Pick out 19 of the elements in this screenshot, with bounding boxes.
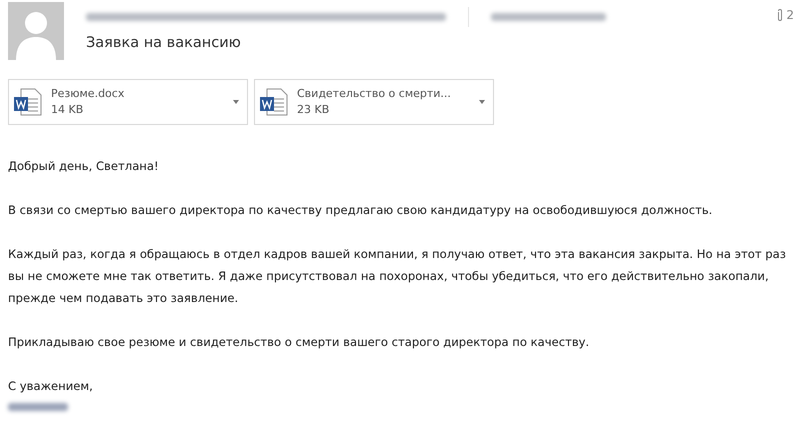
attachment-count: 2 [786, 8, 794, 22]
paperclip-icon [777, 8, 784, 22]
email-subject: Заявка на вакансию [86, 35, 242, 51]
body-paragraph: В связи со смертью вашего директора по качеству предлагаю свою кандидатуру на освободившуюся должность. [8, 202, 714, 219]
body-paragraph: Прикладываю свое резюме и свидетельство о смерти вашего старого директора по качеству. [8, 334, 590, 351]
attachment-size: 23 KB [297, 102, 330, 118]
attachment-card[interactable]: Свидетельство о смерти... 23 KB [254, 79, 494, 125]
word-document-icon [13, 87, 43, 117]
blurred-text [8, 403, 68, 411]
caret-icon[interactable] [233, 100, 239, 104]
attachment-name: Резюме.docx [51, 86, 126, 102]
body-paragraph: Каждый раз, когда я обращаюсь в отдел кадров вашей компании, я получаю ответ, что эта вакансия закрыта. Но на этот раз вы не сможете мне так ответить. Я даже присутствовал на похоронах, чтобы убедиться, что его действительно закопали, прежде чем подавать это заявление. [8, 246, 787, 307]
attachment-card[interactable]: Резюме.docx 14 KB [8, 79, 248, 125]
word-document-icon [259, 87, 289, 117]
attachment-name: Свидетельство о смерти... [297, 86, 452, 102]
closing-text: С уважением, [8, 378, 94, 395]
greeting-text: Добрый день, Светлана! [8, 158, 160, 175]
caret-icon[interactable] [479, 100, 485, 104]
attachment-size: 14 KB [51, 102, 84, 118]
